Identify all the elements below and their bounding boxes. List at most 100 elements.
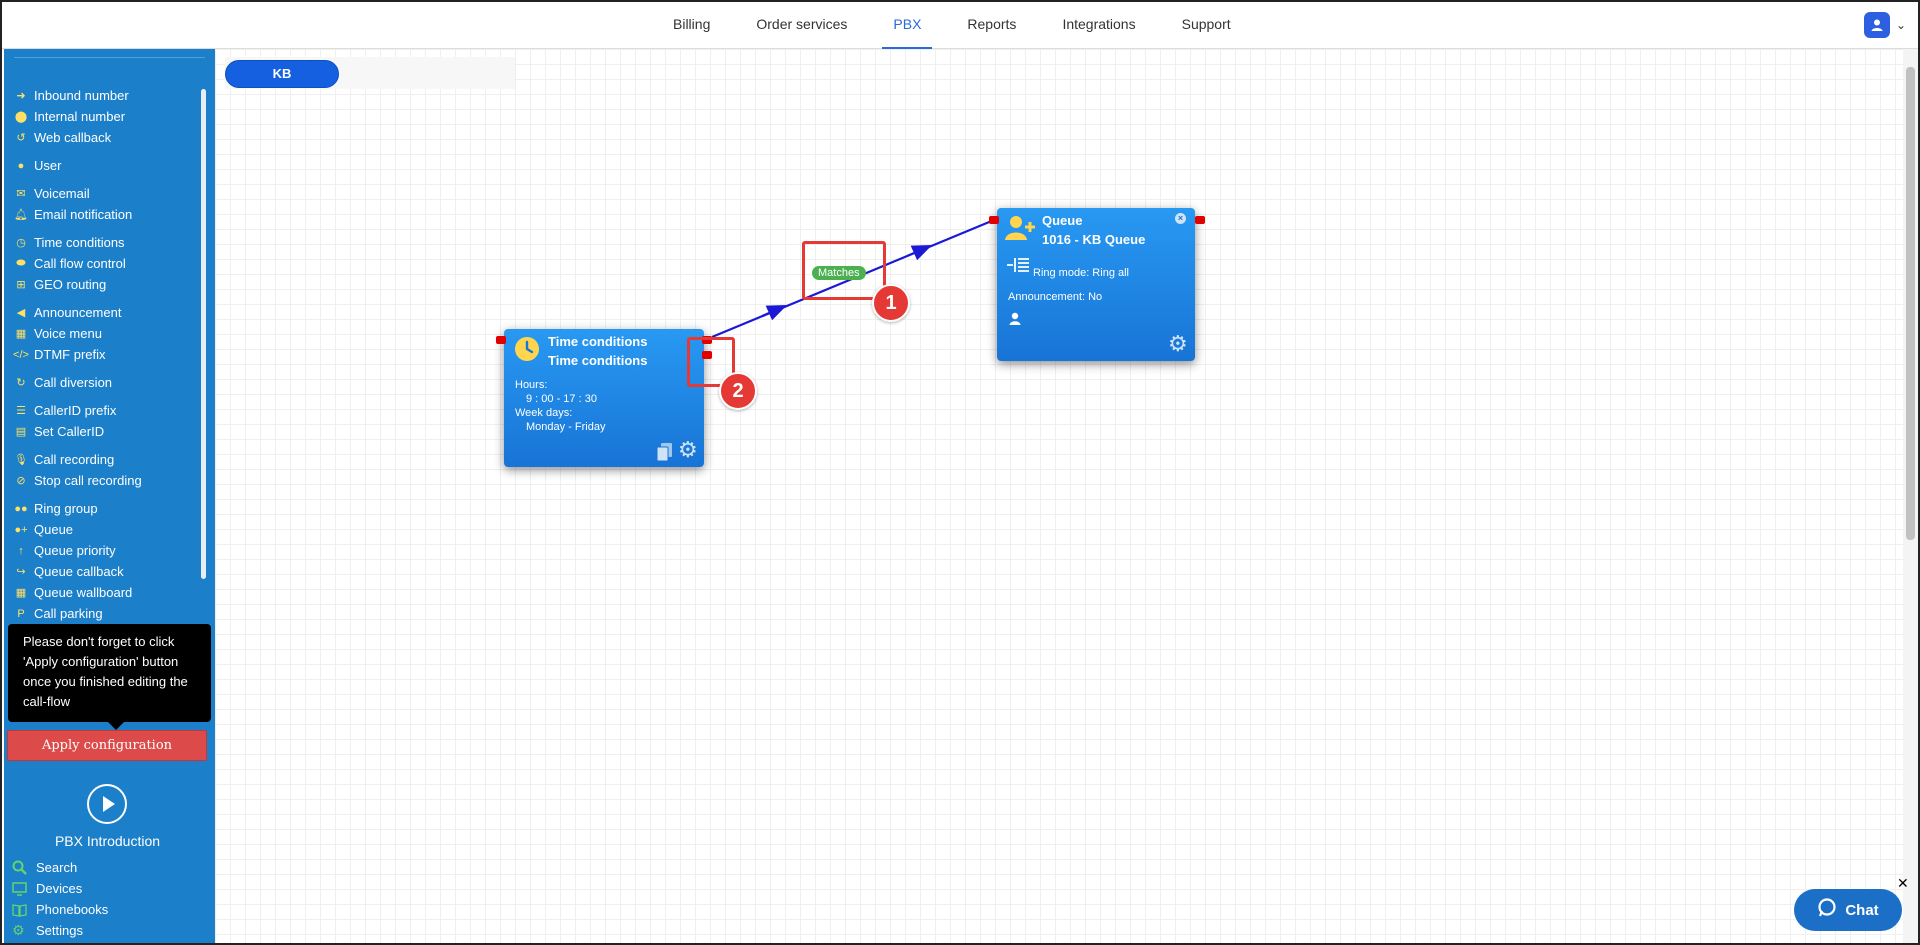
sidebar-item-voicemail[interactable]: ✉ Voicemail [14, 183, 204, 204]
devices-link[interactable]: Devices [12, 878, 108, 899]
user-icon: ● [17, 159, 25, 172]
sidebar-item-inbound-number[interactable]: ➜ Inbound number [14, 85, 204, 106]
sidebar-item-label: Stop call recording [34, 473, 142, 488]
sidebar: ➜ Inbound number ⬤ Internal number ↺ Web ca… [4, 49, 215, 943]
sidebar-item-stop-call-recording[interactable]: ⊘ Stop call recording [14, 470, 204, 491]
sidebar-item-label: Call recording [34, 452, 115, 467]
users-icon: ●● [14, 502, 28, 515]
gear-icon[interactable]: ⚙ [1168, 333, 1188, 355]
sidebar-item-time-conditions[interactable]: ◷ Time conditions [14, 232, 204, 253]
sidebar-divider [14, 57, 205, 58]
queue-node[interactable]: Queue 1016 - KB Queue × Ring mode: Ring … [997, 208, 1195, 361]
close-icon[interactable]: ✕ [1897, 875, 1909, 892]
node-title: Time conditions [548, 334, 648, 349]
sidebar-item-internal-number[interactable]: ⬤ Internal number [14, 106, 204, 127]
top-navigation-bar: Billing Order services PBX Reports Integ… [2, 2, 1918, 49]
highlight-box-1 [802, 241, 886, 300]
sidebar-item-email-notification[interactable]: 🔔︎ Email notification [14, 204, 204, 225]
hours-value: 9 : 00 - 17 : 30 [526, 393, 597, 405]
user-menu[interactable]: ⌄ [1863, 12, 1906, 38]
sidebar-item-announcement[interactable]: ◀ Announcement [14, 302, 204, 323]
sidebar-item-label: Call diversion [34, 375, 113, 390]
sidebar-item-set-callerid[interactable]: ▤ Set CallerID [14, 421, 204, 442]
clock-icon [514, 336, 540, 367]
sidebar-item-label: Voice menu [34, 326, 102, 341]
sidebar-item-label: Internal number [34, 109, 126, 124]
code-icon: </> [13, 348, 29, 361]
sidebar-item-ring-group[interactable]: ●● Ring group [14, 498, 204, 519]
bell-icon: 🔔︎ [14, 209, 28, 221]
main-nav: Billing Order services PBX Reports Integ… [662, 2, 1266, 49]
settings-label: Settings [36, 923, 83, 938]
sidebar-scrollbar-thumb[interactable] [201, 89, 206, 579]
devices-label: Devices [36, 881, 83, 896]
sidebar-item-call-parking[interactable]: P Call parking [14, 603, 204, 624]
sidebar-item-label: Ring group [34, 501, 98, 516]
sidebar-item-queue-priority[interactable]: ↑ Queue priority [14, 540, 204, 561]
sidebar-item-queue[interactable]: ●+ Queue [14, 519, 204, 540]
sidebar-item-label: Call parking [34, 606, 103, 621]
user-avatar-icon[interactable] [1863, 12, 1890, 38]
nav-integrations[interactable]: Integrations [1051, 2, 1146, 49]
nav-support[interactable]: Support [1171, 2, 1242, 49]
settings-link[interactable]: ⚙ Settings [12, 920, 108, 941]
sidebar-item-call-recording[interactable]: 🎙︎ Call recording [14, 449, 204, 470]
sidebar-item-label: Queue [34, 522, 74, 537]
sidebar-item-label: User [34, 158, 62, 173]
sidebar-item-label: Voicemail [34, 186, 90, 201]
node-subtitle: Time conditions [548, 353, 648, 368]
close-icon[interactable]: × [1175, 213, 1186, 224]
pbx-introduction-link[interactable]: PBX Introduction [4, 833, 211, 849]
input-port[interactable] [989, 216, 999, 224]
sidebar-item-call-flow-control[interactable]: ⬬ Call flow control [14, 253, 204, 274]
sidebar-item-label: Inbound number [34, 88, 129, 103]
phonebooks-label: Phonebooks [36, 902, 109, 917]
gear-icon[interactable]: ⚙ [678, 439, 698, 461]
bottom-tools: Search Devices Phonebooks ⚙ Settings [12, 857, 108, 941]
sidebar-item-label: CallerID prefix [34, 403, 117, 418]
sidebar-item-label: Web callback [34, 130, 112, 145]
gear-icon: ⚙ [12, 922, 25, 938]
megaphone-icon: ◀ [16, 307, 26, 319]
id-card-icon: ▤ [15, 426, 27, 438]
sidebar-item-label: Email notification [34, 207, 133, 222]
canvas-scrollbar[interactable] [1903, 49, 1918, 943]
apply-configuration-button[interactable]: Apply configuration [7, 730, 207, 761]
sidebar-item-voice-menu[interactable]: ▦ Voice menu [14, 323, 204, 344]
sidebar-item-queue-wallboard[interactable]: ▦ Queue wallboard [14, 582, 204, 603]
sidebar-item-label: DTMF prefix [34, 347, 106, 362]
envelope-icon: ✉ [16, 188, 26, 200]
week-days-value: Monday - Friday [526, 421, 606, 433]
sidebar-item-dtmf-prefix[interactable]: </> DTMF prefix [13, 344, 204, 365]
nav-pbx[interactable]: PBX [882, 2, 933, 49]
flow-tab-kb[interactable]: KB [225, 60, 339, 88]
input-port[interactable] [496, 336, 506, 344]
redo-icon: ↻ [16, 377, 26, 389]
sidebar-item-web-callback[interactable]: ↺ Web callback [14, 127, 204, 148]
table-icon: ▦ [15, 587, 27, 599]
phonebooks-link[interactable]: Phonebooks [12, 899, 108, 920]
chevron-down-icon[interactable]: ⌄ [1896, 18, 1906, 32]
sidebar-scrollbar[interactable] [201, 89, 206, 579]
sidebar-item-user[interactable]: ● User [14, 155, 204, 176]
play-icon[interactable] [87, 784, 127, 824]
nav-billing[interactable]: Billing [662, 2, 721, 49]
output-port[interactable] [1195, 216, 1205, 224]
canvas-scrollbar-thumb[interactable] [1906, 67, 1915, 540]
chat-button[interactable]: Chat [1794, 889, 1902, 931]
clock-icon: ◷ [16, 237, 26, 249]
parking-icon: P [17, 607, 25, 620]
time-conditions-node[interactable]: Time conditions Time conditions Hours: 9… [504, 329, 704, 467]
search-link[interactable]: Search [12, 857, 108, 878]
copy-icon[interactable] [656, 442, 674, 467]
call-flow-canvas[interactable] [215, 49, 1903, 943]
user-icon [1009, 312, 1021, 330]
nav-order-services[interactable]: Order services [745, 2, 858, 49]
sidebar-item-callerid-prefix[interactable]: ☰ CallerID prefix [14, 400, 204, 421]
week-days-label: Week days: [515, 407, 573, 419]
nav-reports[interactable]: Reports [956, 2, 1027, 49]
sidebar-item-queue-callback[interactable]: ↪ Queue callback [14, 561, 204, 582]
sidebar-item-geo-routing[interactable]: ⊞ GEO routing [14, 274, 204, 295]
sidebar-item-call-diversion[interactable]: ↻ Call diversion [14, 372, 204, 393]
sidebar-item-label: Queue wallboard [34, 585, 133, 600]
